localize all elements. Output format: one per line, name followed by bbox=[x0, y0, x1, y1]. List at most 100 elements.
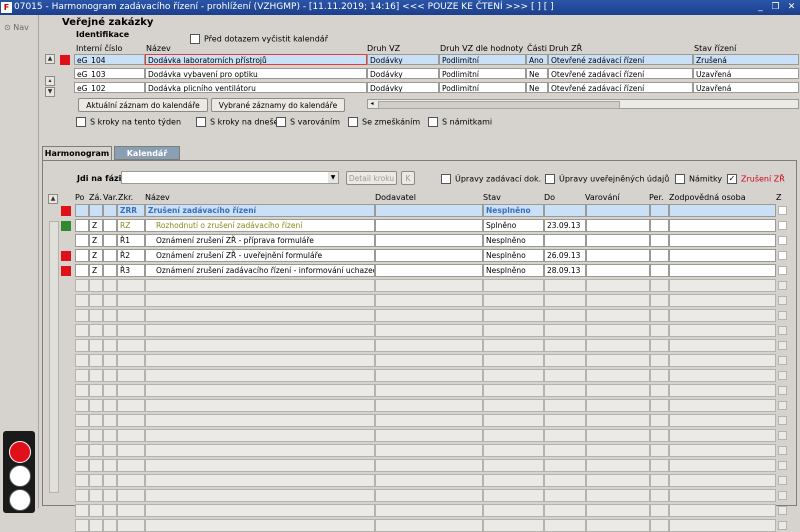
grid-cell[interactable] bbox=[375, 234, 483, 247]
grid-cell[interactable] bbox=[103, 324, 117, 337]
grid-cell[interactable] bbox=[75, 249, 89, 262]
grid-cell[interactable] bbox=[650, 444, 669, 457]
grid-cell[interactable] bbox=[375, 369, 483, 382]
row-checkbox[interactable] bbox=[778, 326, 787, 335]
grid-cell[interactable] bbox=[145, 369, 375, 382]
option-cancellation[interactable]: ✓ Zrušení ZŘ bbox=[727, 174, 785, 184]
grid-cell[interactable]: Nesplněno bbox=[483, 249, 544, 262]
grid-cell[interactable] bbox=[669, 279, 776, 292]
grid-cell[interactable] bbox=[103, 399, 117, 412]
grid-cell[interactable] bbox=[544, 489, 586, 502]
table-cell[interactable]: Ne bbox=[526, 68, 548, 79]
table-cell[interactable]: Uzavřená bbox=[693, 82, 799, 93]
grid-cell[interactable] bbox=[544, 309, 586, 322]
grid-cell[interactable] bbox=[375, 444, 483, 457]
table-cell[interactable]: Otevřené zadávací řízení bbox=[548, 82, 693, 93]
grid-cell[interactable] bbox=[117, 429, 145, 442]
grid-cell[interactable] bbox=[586, 399, 650, 412]
grid-cell[interactable]: Nesplněno bbox=[483, 204, 544, 217]
grid-cell[interactable]: Nesplněno bbox=[483, 234, 544, 247]
grid-cell[interactable] bbox=[75, 429, 89, 442]
grid-cell[interactable] bbox=[75, 414, 89, 427]
clear-calendar-checkbox[interactable]: Před dotazem vyčistit kalendář bbox=[190, 34, 328, 44]
grid-cell[interactable] bbox=[89, 519, 103, 532]
grid-cell[interactable] bbox=[586, 219, 650, 232]
grid-cell[interactable] bbox=[483, 429, 544, 442]
grid-cell[interactable] bbox=[75, 399, 89, 412]
grid-cell[interactable] bbox=[75, 459, 89, 472]
grid-cell[interactable] bbox=[103, 504, 117, 517]
grid-cell[interactable] bbox=[586, 309, 650, 322]
grid-cell[interactable] bbox=[483, 354, 544, 367]
grid-cell[interactable] bbox=[650, 504, 669, 517]
grid-cell[interactable] bbox=[75, 339, 89, 352]
grid-cell[interactable] bbox=[483, 399, 544, 412]
option-tender-edits[interactable]: Úpravy zadávací dok. bbox=[441, 174, 541, 184]
filter-missed[interactable]: Se zmeškáním bbox=[348, 117, 420, 127]
grid-cell[interactable] bbox=[103, 429, 117, 442]
grid-cell[interactable] bbox=[145, 474, 375, 487]
grid-cell[interactable] bbox=[586, 414, 650, 427]
grid-cell[interactable] bbox=[669, 384, 776, 397]
grid-cell[interactable] bbox=[375, 324, 483, 337]
tab-harmonogram[interactable]: Harmonogram bbox=[42, 146, 112, 160]
table-cell[interactable]: eG_102 bbox=[74, 82, 145, 93]
grid-cell[interactable] bbox=[103, 264, 117, 277]
grid-cell[interactable] bbox=[669, 324, 776, 337]
grid-cell[interactable] bbox=[89, 324, 103, 337]
grid-cell[interactable]: Z bbox=[89, 219, 103, 232]
grid-cell[interactable] bbox=[145, 354, 375, 367]
grid-cell[interactable] bbox=[650, 264, 669, 277]
grid-cell[interactable] bbox=[669, 204, 776, 217]
grid-cell[interactable] bbox=[103, 339, 117, 352]
table-cell[interactable]: Dodávky bbox=[367, 82, 439, 93]
grid-cell[interactable] bbox=[103, 219, 117, 232]
grid-cell[interactable] bbox=[483, 384, 544, 397]
filter-warning[interactable]: S varováním bbox=[276, 117, 340, 127]
grid-cell[interactable] bbox=[586, 324, 650, 337]
row-checkbox[interactable] bbox=[778, 206, 787, 215]
row-checkbox[interactable] bbox=[778, 401, 787, 410]
grid-cell[interactable]: Oznámení zrušení ZŘ - příprava formuláře bbox=[145, 234, 375, 247]
grid-cell[interactable] bbox=[669, 249, 776, 262]
grid-cell[interactable]: Zrušení zadávacího řízení bbox=[145, 204, 375, 217]
minimize-button[interactable]: _ bbox=[754, 1, 767, 13]
grid-cell[interactable] bbox=[650, 354, 669, 367]
grid-cell[interactable] bbox=[103, 369, 117, 382]
grid-cell[interactable] bbox=[75, 264, 89, 277]
grid-cell[interactable] bbox=[75, 369, 89, 382]
grid-cell[interactable] bbox=[75, 324, 89, 337]
grid-cell[interactable] bbox=[117, 279, 145, 292]
grid-cell[interactable] bbox=[650, 474, 669, 487]
grid-cell[interactable] bbox=[145, 399, 375, 412]
row-checkbox[interactable] bbox=[778, 386, 787, 395]
grid-cell[interactable] bbox=[103, 354, 117, 367]
grid-cell[interactable] bbox=[89, 504, 103, 517]
grid-cell[interactable] bbox=[103, 414, 117, 427]
grid-cell[interactable] bbox=[145, 519, 375, 532]
grid-cell[interactable] bbox=[75, 354, 89, 367]
table-cell[interactable]: Ne bbox=[526, 82, 548, 93]
k-button[interactable]: K bbox=[401, 171, 415, 185]
grid-cell[interactable] bbox=[117, 369, 145, 382]
grid-cell[interactable] bbox=[544, 384, 586, 397]
filter-objections[interactable]: S námitkami bbox=[428, 117, 492, 127]
grid-cell[interactable] bbox=[669, 459, 776, 472]
grid-cell[interactable]: Oznámení zrušení ZŘ - uveřejnění formulá… bbox=[145, 249, 375, 262]
scroll-thumb[interactable] bbox=[378, 101, 620, 109]
grid-cell[interactable] bbox=[145, 309, 375, 322]
row-checkbox[interactable] bbox=[778, 311, 787, 320]
grid-cell[interactable] bbox=[483, 474, 544, 487]
table-cell[interactable]: Dodávka plicního ventilátoru bbox=[145, 82, 367, 93]
grid-cell[interactable]: ZRR bbox=[117, 204, 145, 217]
grid-cell[interactable] bbox=[483, 324, 544, 337]
grid-cell[interactable] bbox=[103, 204, 117, 217]
grid-cell[interactable] bbox=[544, 234, 586, 247]
grid-cell[interactable] bbox=[375, 204, 483, 217]
grid-cell[interactable] bbox=[669, 444, 776, 457]
grid-cell[interactable] bbox=[89, 369, 103, 382]
grid-cell[interactable] bbox=[145, 504, 375, 517]
grid-cell[interactable] bbox=[75, 384, 89, 397]
grid-cell[interactable] bbox=[117, 504, 145, 517]
grid-cell[interactable] bbox=[650, 309, 669, 322]
